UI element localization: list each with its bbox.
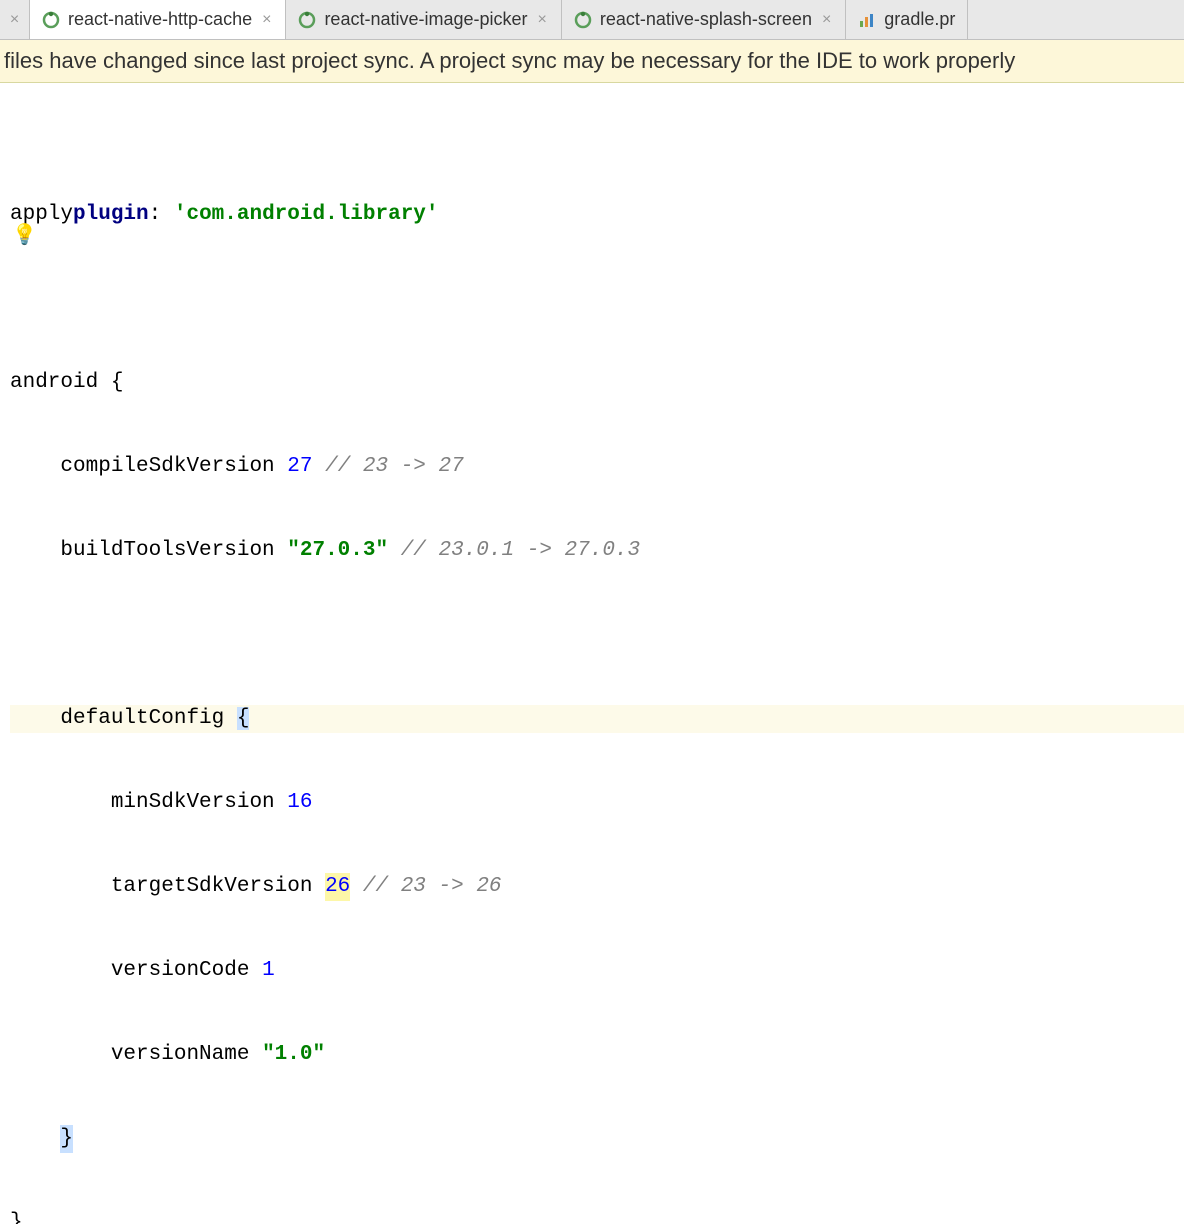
tab-label: gradle.pr	[884, 9, 955, 30]
code-line: targetSdkVersion 26 // 23 -> 26	[10, 873, 1184, 901]
code-line: android {	[10, 369, 1184, 397]
code-line: buildToolsVersion "27.0.3" // 23.0.1 -> …	[10, 537, 1184, 565]
tab-label: react-native-http-cache	[68, 9, 252, 30]
tab-gradle-properties[interactable]: gradle.pr	[846, 0, 968, 39]
gradle-bars-icon	[858, 11, 876, 29]
close-icon[interactable]: ×	[260, 11, 273, 29]
tab-image-picker[interactable]: react-native-image-picker ×	[286, 0, 561, 39]
tab-splash-screen[interactable]: react-native-splash-screen ×	[562, 0, 846, 39]
gradle-ring-icon	[42, 11, 60, 29]
code-line: versionCode 1	[10, 957, 1184, 985]
gradle-ring-icon	[298, 11, 316, 29]
tab-label: react-native-splash-screen	[600, 9, 812, 30]
code-line: apply plugin: 'com.android.library'	[10, 201, 1184, 229]
tab-bar: × react-native-http-cache × react-native…	[0, 0, 1184, 40]
code-line	[10, 621, 1184, 649]
code-line: versionName "1.0"	[10, 1041, 1184, 1069]
close-icon[interactable]: ×	[536, 11, 549, 29]
code-line	[10, 285, 1184, 313]
gradle-ring-icon	[574, 11, 592, 29]
lightbulb-icon[interactable]: 💡	[12, 223, 37, 251]
code-line: }	[10, 1209, 1184, 1224]
code-line: compileSdkVersion 27 // 23 -> 27	[10, 453, 1184, 481]
code-line: }	[10, 1125, 1184, 1153]
tab-left-spacer[interactable]: ×	[0, 0, 30, 39]
tab-label: react-native-image-picker	[324, 9, 527, 30]
tab-http-cache[interactable]: react-native-http-cache ×	[30, 0, 286, 39]
code-editor[interactable]: 💡 apply plugin: 'com.android.library' an…	[0, 83, 1184, 1224]
code-line: defaultConfig {	[10, 705, 1184, 733]
sync-notification: files have changed since last project sy…	[0, 40, 1184, 83]
close-icon: ×	[10, 11, 19, 29]
close-icon[interactable]: ×	[820, 11, 833, 29]
code-line: minSdkVersion 16	[10, 789, 1184, 817]
